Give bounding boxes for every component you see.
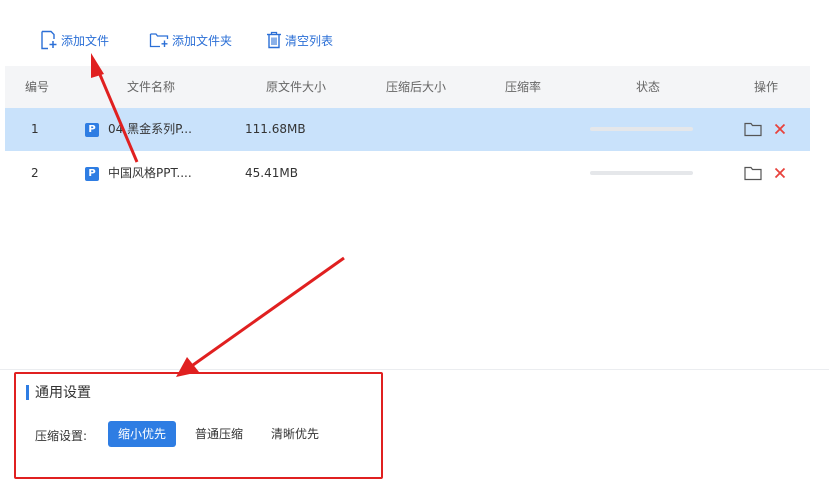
original-size: 45.41MB xyxy=(245,166,298,180)
column-header-compressed-size: 压缩后大小 xyxy=(386,80,447,94)
clear-list-label: 清空列表 xyxy=(285,33,334,48)
ppt-file-icon: P xyxy=(85,123,99,137)
table-header: 编号 文件名称 原文件大小 压缩后大小 压缩率 状态 操作 xyxy=(5,66,810,108)
option-normal-compress[interactable]: 普通压缩 xyxy=(187,421,251,447)
trash-icon xyxy=(266,31,285,49)
table-row[interactable]: 1 P 04 黑金系列P... 111.68MB xyxy=(5,108,810,151)
file-name: 中国风格PPT.... xyxy=(108,166,192,180)
section-divider xyxy=(0,369,829,370)
settings-title-text: 通用设置 xyxy=(35,385,91,401)
add-folder-icon xyxy=(149,32,172,48)
progress-bar xyxy=(590,127,693,131)
add-file-icon xyxy=(40,30,61,50)
close-icon[interactable] xyxy=(773,166,787,183)
annotation-arrow-settings xyxy=(192,256,345,367)
row-index: 1 xyxy=(31,122,39,136)
settings-title: 通用设置 xyxy=(26,382,91,402)
add-folder-label: 添加文件夹 xyxy=(172,33,233,48)
title-accent-bar xyxy=(26,384,29,400)
annotation-arrowhead-settings xyxy=(176,357,199,377)
option-clarity-first[interactable]: 清晰优先 xyxy=(263,421,327,447)
column-header-name: 文件名称 xyxy=(127,80,176,94)
option-smaller-first[interactable]: 缩小优先 xyxy=(108,421,176,447)
column-header-status: 状态 xyxy=(636,80,661,94)
row-index: 2 xyxy=(31,166,39,180)
progress-bar xyxy=(590,171,693,175)
clear-list-button[interactable]: 清空列表 xyxy=(266,29,333,51)
close-icon[interactable] xyxy=(773,122,787,139)
column-header-actions: 操作 xyxy=(754,80,779,94)
add-file-button[interactable]: 添加文件 xyxy=(40,29,109,51)
folder-icon[interactable] xyxy=(744,166,762,184)
add-folder-button[interactable]: 添加文件夹 xyxy=(149,29,232,51)
column-header-original-size: 原文件大小 xyxy=(266,80,327,94)
table-row[interactable]: 2 P 中国风格PPT.... 45.41MB xyxy=(5,152,810,195)
compress-setting-label: 压缩设置: xyxy=(35,429,88,443)
column-header-index: 编号 xyxy=(25,80,50,94)
folder-icon[interactable] xyxy=(744,122,762,140)
file-name: 04 黑金系列P... xyxy=(108,122,192,136)
add-file-label: 添加文件 xyxy=(61,33,110,48)
ppt-file-icon: P xyxy=(85,167,99,181)
column-header-ratio: 压缩率 xyxy=(505,80,542,94)
original-size: 111.68MB xyxy=(245,122,306,136)
toolbar: 添加文件 添加文件夹 清空列表 xyxy=(0,0,829,66)
